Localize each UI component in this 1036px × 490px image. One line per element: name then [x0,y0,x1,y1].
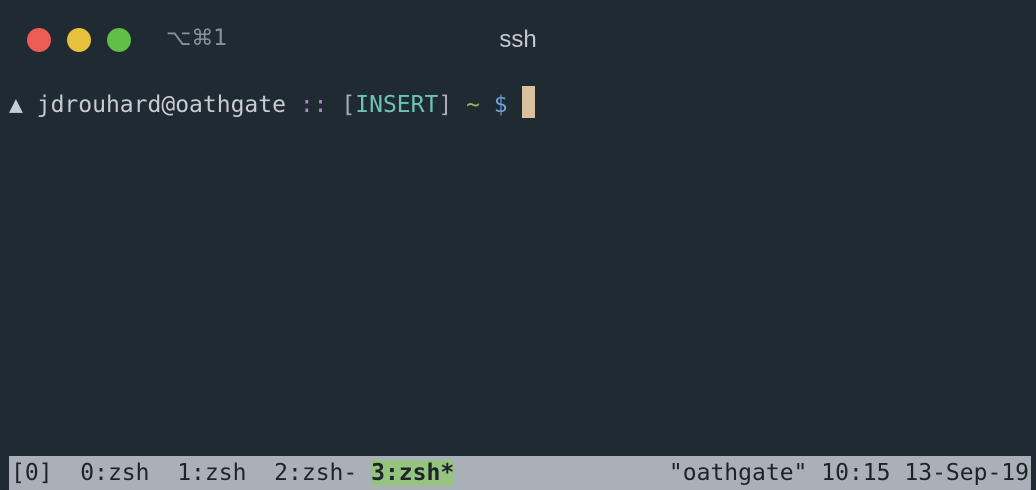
shell-prompt[interactable]: ▲ jdrouhard@oathgate :: [INSERT] ~ $ [9,86,535,119]
window-title: ssh [499,26,537,53]
tmux-session[interactable]: [0] [11,460,53,486]
text-cursor[interactable] [521,86,535,118]
prompt-symbol: $ [493,92,508,118]
prompt-separator: :: [299,92,328,118]
tmux-window-3-active[interactable]: 3:zsh* [371,460,455,486]
tmux-window-2[interactable]: 2:zsh- [274,460,357,486]
tmux-window-0[interactable]: 0:zsh [80,460,149,486]
mode-bracket-close: ] [438,92,453,118]
tmux-time: 10:15 [821,460,891,486]
title-bar[interactable]: ⌥⌘1 ssh [0,0,1036,78]
prompt-arrow-icon: ▲ [9,92,23,118]
vi-mode-indicator: INSERT [355,92,439,118]
mode-bracket-open: [ [341,92,356,118]
user-host: jdrouhard@oathgate [36,92,286,118]
tmux-hostname: "oathgate" [668,460,808,486]
current-directory: ~ [466,92,480,118]
terminal-window: ⌥⌘1 ssh ▲ jdrouhard@oathgate :: [INSERT]… [0,0,1036,490]
tmux-status-bar: [0] 0:zsh 1:zsh 2:zsh- 3:zsh* "oathgate"… [9,456,1031,490]
tmux-window-1[interactable]: 1:zsh [177,460,246,486]
tmux-date: 13-Sep-19 [904,460,1029,486]
